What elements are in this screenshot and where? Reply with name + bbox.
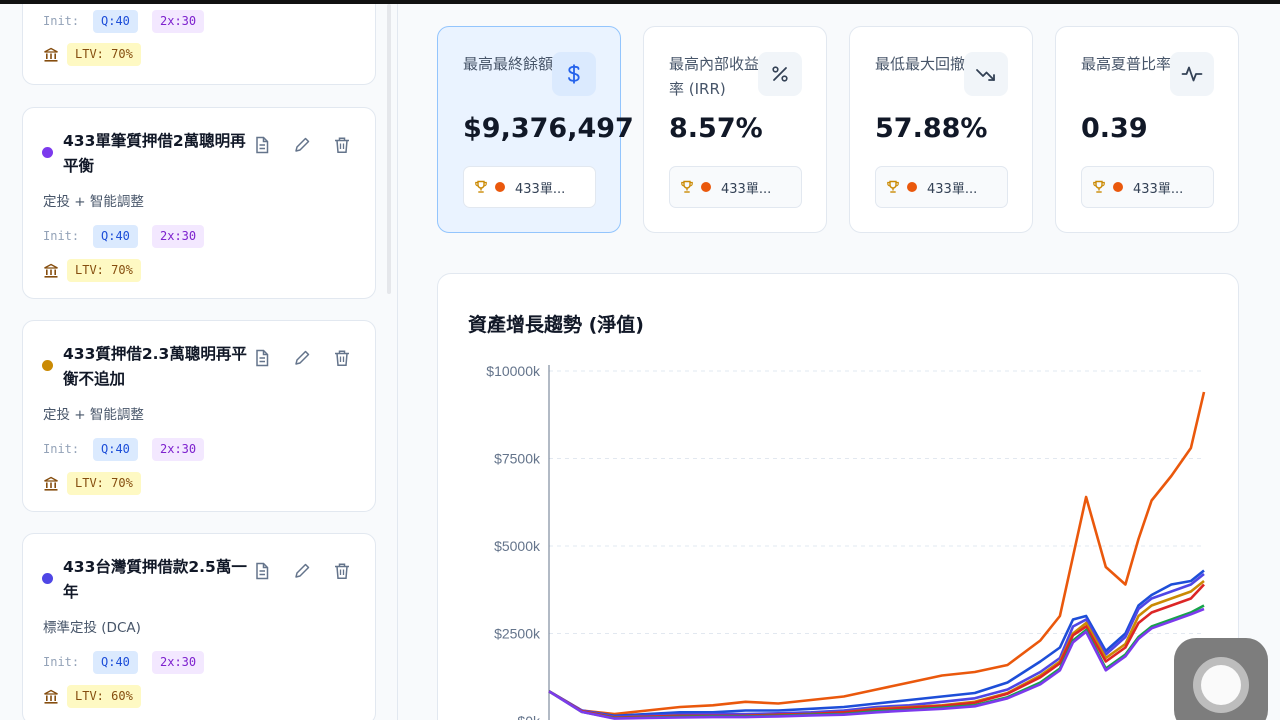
delete-icon[interactable] [331,134,353,156]
activity-icon [1170,52,1214,96]
series-line[interactable] [548,607,1205,720]
document-icon[interactable] [251,560,273,582]
quota-tag: Q:40 [93,10,138,33]
strategy-title: 433單筆質押借2萬聰明再平衡 [63,132,246,175]
winner-name: 433單... [1133,182,1184,197]
stat-label: 最高夏普比率 [1081,55,1172,73]
strategy-color-dot [42,573,53,584]
trophy-icon [1093,180,1105,193]
document-icon[interactable] [251,347,273,369]
winner-color-dot [495,182,505,192]
assistive-core [1201,665,1241,705]
stat-value: 57.88% [875,113,988,144]
trending-down-icon [964,52,1008,96]
bank-icon [44,47,58,62]
bank-icon [44,689,58,704]
assistive-ring [1193,657,1249,713]
stat-card-final-balance[interactable]: 最高最終餘額 $9,376,497 433單... [437,26,634,233]
percent-icon [758,52,802,96]
stat-value: 8.57% [669,113,763,144]
stat-winner[interactable]: 433單... [1081,166,1214,208]
init-label: Init: [43,655,80,669]
asset-growth-chart-card: 資產增長趨勢 (淨值) $0k$2500k$5000k$7500k$10000k [437,273,1239,720]
stat-card-max-drawdown[interactable]: 最低最大回撤 57.88% 433單... [849,26,1033,233]
winner-name: 433單... [927,182,978,197]
y-tick-label: $10000k [486,363,541,379]
stat-label: 最高內部收益率 (IRR) [669,55,760,98]
init-label: Init: [43,442,80,456]
ltv-tag: LTV: 60% [67,685,141,708]
y-tick-label: $2500k [494,626,541,642]
delete-icon[interactable] [331,347,353,369]
series-line[interactable] [548,569,1205,718]
quota-tag: Q:40 [93,438,138,461]
delete-icon[interactable] [331,560,353,582]
strategy-color-dot [42,360,53,371]
floating-assistive-button[interactable] [1174,638,1268,720]
strategy-sidebar[interactable]: Init: Q:40 2x:30 LTV: 70% 433單筆質押借2萬聰明再平… [0,4,398,720]
leverage-tag: 2x:30 [152,10,205,33]
ltv-tag: LTV: 70% [67,259,141,282]
strategy-card[interactable]: 433質押借2.3萬聰明再平衡不追加 定投 + 智能調整 Init: Q:40 … [22,320,376,512]
strategy-color-dot [42,147,53,158]
strategy-title: 433質押借2.3萬聰明再平衡不追加 [63,345,247,388]
stat-card-sharpe[interactable]: 最高夏普比率 0.39 433單... [1055,26,1239,233]
stat-label: 最高最終餘額 [463,55,554,73]
y-tick-label: $0k [517,713,541,720]
winner-color-dot [907,182,917,192]
winner-name: 433單... [515,182,566,197]
edit-icon[interactable] [291,134,313,156]
stat-winner[interactable]: 433單... [875,166,1008,208]
quota-tag: Q:40 [93,651,138,674]
asset-growth-chart[interactable]: $0k $2500k $5000k $7500k $10000k [438,274,1239,720]
stat-winner[interactable]: 433單... [669,166,802,208]
bank-icon [44,476,58,491]
edit-icon[interactable] [291,560,313,582]
strategy-card[interactable]: Init: Q:40 2x:30 LTV: 70% [22,4,376,85]
trophy-icon [475,180,487,193]
stat-label: 最低最大回撤 [875,55,966,73]
ltv-tag: LTV: 70% [67,43,141,66]
strategy-type: 定投 + 智能調整 [43,407,144,423]
bank-icon [44,263,58,278]
edit-icon[interactable] [291,347,313,369]
ltv-tag: LTV: 70% [67,472,141,495]
y-tick-label: $7500k [494,451,541,467]
stat-value: $9,376,497 [463,113,634,144]
strategy-card[interactable]: 433台灣質押借款2.5萬一年 標準定投 (DCA) Init: Q:40 2x… [22,533,376,720]
winner-color-dot [1113,182,1123,192]
dollar-icon [552,52,596,96]
stat-value: 0.39 [1081,113,1148,144]
winner-name: 433單... [721,182,772,197]
strategy-title: 433台灣質押借款2.5萬一年 [63,558,247,601]
trophy-icon [887,180,899,193]
sidebar-scrollbar[interactable] [387,4,391,294]
stat-card-irr[interactable]: 最高內部收益率 (IRR) 8.57% 433單... [643,26,827,233]
strategy-type: 標準定投 (DCA) [43,620,141,636]
init-label: Init: [43,229,80,243]
leverage-tag: 2x:30 [152,438,205,461]
stat-winner[interactable]: 433單... [463,166,596,208]
init-label: Init: [43,14,80,28]
winner-color-dot [701,182,711,192]
quota-tag: Q:40 [93,225,138,248]
trophy-icon [681,180,693,193]
strategy-type: 定投 + 智能調整 [43,194,144,210]
strategy-card[interactable]: 433單筆質押借2萬聰明再平衡 定投 + 智能調整 Init: Q:40 2x:… [22,107,376,299]
leverage-tag: 2x:30 [152,651,205,674]
document-icon[interactable] [251,134,273,156]
y-tick-label: $5000k [494,538,541,554]
leverage-tag: 2x:30 [152,225,205,248]
series-line[interactable] [548,572,1205,719]
